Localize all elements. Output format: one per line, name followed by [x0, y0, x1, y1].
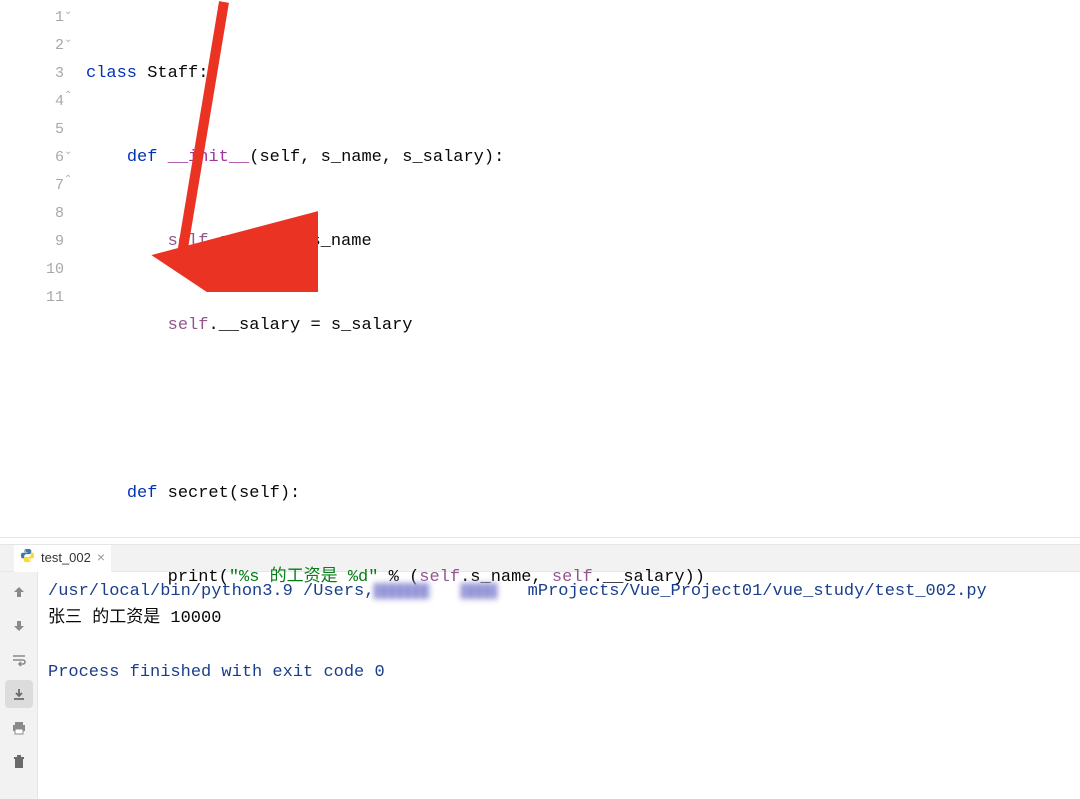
code-line[interactable]: def secret(self):: [86, 480, 1080, 508]
python-file-icon: [20, 548, 35, 566]
code-line[interactable]: class Staff:: [86, 60, 1080, 88]
code-line[interactable]: self.__salary = s_salary: [86, 312, 1080, 340]
gutter: 1 2 3 4 5 6 7 8 9 10 11 ⌄ ⌄ ⌃ ⌄ ⌃: [0, 0, 78, 537]
code-line[interactable]: [86, 732, 1080, 760]
fold-handle-icon[interactable]: ⌄: [64, 34, 72, 46]
line-number: 5: [0, 116, 64, 144]
fold-handle-icon[interactable]: ⌄: [64, 6, 72, 18]
code-line[interactable]: print("%s 的工资是 %d" % (self.s_name, self.…: [86, 564, 1080, 592]
line-number: 4: [0, 88, 64, 116]
code-editor[interactable]: 1 2 3 4 5 6 7 8 9 10 11 ⌄ ⌄ ⌃ ⌄ ⌃ class …: [0, 0, 1080, 538]
fold-end-icon[interactable]: ⌃: [64, 174, 72, 186]
line-number: 9: [0, 228, 64, 256]
print-icon[interactable]: [5, 714, 33, 742]
code-line[interactable]: def __init__(self, s_name, s_salary):: [86, 144, 1080, 172]
line-number: 2: [0, 32, 64, 60]
line-number: 7: [0, 172, 64, 200]
code-area[interactable]: class Staff: def __init__(self, s_name, …: [78, 0, 1080, 537]
line-number: 1: [0, 4, 64, 32]
code-line[interactable]: [86, 648, 1080, 676]
soft-wrap-icon[interactable]: [5, 646, 33, 674]
line-number: 8: [0, 200, 64, 228]
code-line[interactable]: self.s_name = s_name: [86, 228, 1080, 256]
up-arrow-icon[interactable]: [5, 578, 33, 606]
scroll-to-end-icon[interactable]: [5, 680, 33, 708]
down-arrow-icon[interactable]: [5, 612, 33, 640]
console-toolbar: [0, 572, 38, 799]
line-number: 11: [0, 284, 64, 312]
run-tab-label: test_002: [41, 550, 91, 565]
fold-handle-icon[interactable]: ⌄: [64, 146, 72, 158]
redacted-segment: [461, 583, 497, 599]
fold-end-icon[interactable]: ⌃: [64, 90, 72, 102]
line-number: 6: [0, 144, 64, 172]
code-line[interactable]: [86, 396, 1080, 424]
trash-icon[interactable]: [5, 748, 33, 776]
line-number: 10: [0, 256, 64, 284]
line-number: 3: [0, 60, 64, 88]
redacted-segment: [374, 583, 430, 599]
